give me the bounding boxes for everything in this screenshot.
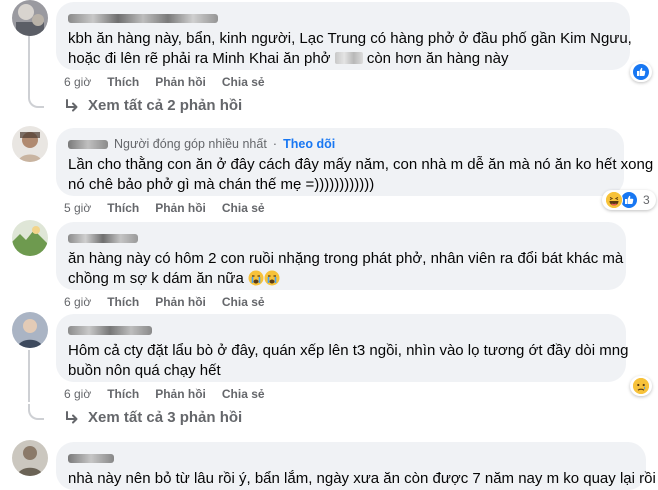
comment-bubble: Người đóng góp nhiều nhất · Theo dõi Lần… — [56, 128, 654, 196]
comment-text-line: nó chê bảo phở gì mà chán thế mẹ =))))))… — [68, 176, 375, 193]
top-contributor-badge: Người đóng góp nhiều nhất — [114, 137, 267, 151]
comment-text: nhà này nên bỏ từ lâu rồi ý, bẩn lắm, ng… — [68, 469, 656, 489]
view-replies-button[interactable]: Xem tất cả 3 phản hồi — [64, 409, 242, 426]
comment-author[interactable] — [68, 450, 634, 466]
comment-text-line: buồn nôn quá chạy hết — [68, 362, 221, 379]
view-replies-label: Xem tất cả 3 phản hồi — [88, 409, 243, 426]
comment-text-line: kbh ăn hàng này, bẩn, kinh người, Lạc Tr… — [68, 30, 632, 47]
comment-text-line: ăn hàng này có hôm 2 con ruồi nhặng tron… — [68, 250, 624, 267]
reply-button[interactable]: Phản hồi — [155, 201, 206, 215]
author-name-blurred — [68, 453, 114, 463]
comment-text: Lần cho thằng con ăn ở đây cách đây mấy … — [68, 155, 654, 195]
author-name-blurred — [68, 233, 138, 243]
comment-text: Hôm cả cty đặt lẩu bò ở đây, quán xếp lê… — [68, 341, 629, 381]
like-button[interactable]: Thích — [107, 387, 139, 401]
thread-curve — [28, 404, 44, 420]
comment-bubble: ăn hàng này có hôm 2 con ruồi nhặng tron… — [56, 222, 626, 290]
reply-button[interactable]: Phản hồi — [155, 295, 206, 309]
share-button[interactable]: Chia sẻ — [222, 295, 265, 309]
comment-author[interactable] — [68, 322, 614, 338]
comment-time[interactable]: 6 giờ — [64, 75, 91, 89]
author-name-blurred — [68, 13, 218, 23]
thread-line — [28, 34, 30, 98]
comment-text-line: chồng m sợ k dám ăn nữa — [68, 269, 614, 289]
comment-text: kbh ăn hàng này, bẩn, kinh người, Lạc Tr… — [68, 29, 632, 69]
avatar[interactable] — [12, 220, 48, 256]
share-button[interactable]: Chia sẻ — [222, 201, 265, 215]
author-name-blurred[interactable] — [68, 139, 108, 149]
separator-dot: · — [272, 136, 278, 151]
author-name-blurred — [68, 325, 152, 335]
comment-time[interactable]: 6 giờ — [64, 295, 91, 309]
reply-arrow-icon — [66, 98, 78, 111]
reaction-summary[interactable] — [630, 376, 652, 396]
comment-text-line: Hôm cả cty đặt lẩu bò ở đây, quán xếp lê… — [68, 342, 629, 359]
comment-actions: 6 giờ Thích Phản hồi Chia sẻ — [64, 75, 265, 89]
view-replies-label: Xem tất cả 2 phản hồi — [88, 97, 243, 114]
comment-bubble: nhà này nên bỏ từ lâu rồi ý, bẩn lắm, ng… — [56, 442, 656, 490]
comment-text-line: Lần cho thằng con ăn ở đây cách đây mấy … — [68, 156, 654, 173]
reply-arrow-icon — [66, 410, 78, 423]
avatar[interactable] — [12, 0, 48, 36]
crying-emoji-icon — [264, 270, 280, 286]
avatar[interactable] — [12, 440, 48, 476]
comment-author[interactable] — [68, 10, 618, 26]
reply-button[interactable]: Phản hồi — [155, 75, 206, 89]
reaction-summary[interactable]: 3 — [602, 190, 656, 210]
censored-name — [334, 52, 363, 64]
share-button[interactable]: Chia sẻ — [222, 75, 265, 89]
thread-curve — [28, 92, 44, 108]
comment-author: Người đóng góp nhiều nhất · Theo dõi — [68, 136, 612, 152]
reaction-count: 3 — [643, 193, 650, 207]
follow-button[interactable]: Theo dõi — [283, 136, 335, 152]
comment-actions: 6 giờ Thích Phản hồi Chia sẻ — [64, 295, 265, 309]
haha-icon — [605, 191, 623, 209]
reaction-summary[interactable] — [630, 62, 652, 82]
avatar[interactable] — [12, 126, 48, 162]
comment-text: ăn hàng này có hôm 2 con ruồi nhặng tron… — [68, 249, 624, 289]
view-replies-button[interactable]: Xem tất cả 2 phản hồi — [64, 97, 242, 114]
comment-text-line: hoặc đi lên rẽ phải ra Minh Khai ăn phở … — [68, 50, 509, 67]
comment-text-line: nhà này nên bỏ từ lâu rồi ý, bẩn lắm, ng… — [68, 470, 656, 487]
comment-actions: 5 giờ Thích Phản hồi Chia sẻ — [64, 201, 265, 215]
comment-author[interactable] — [68, 230, 614, 246]
thread-line — [28, 350, 30, 402]
like-button[interactable]: Thích — [107, 201, 139, 215]
crying-emoji-icon — [248, 270, 264, 286]
like-button[interactable]: Thích — [107, 75, 139, 89]
comment-bubble: Hôm cả cty đặt lẩu bò ở đây, quán xếp lê… — [56, 314, 629, 382]
comment-actions: 6 giờ Thích Phản hồi Chia sẻ — [64, 387, 265, 401]
like-button[interactable]: Thích — [107, 295, 139, 309]
sad-icon — [632, 377, 650, 395]
share-button[interactable]: Chia sẻ — [222, 387, 265, 401]
comment-time[interactable]: 6 giờ — [64, 387, 91, 401]
like-icon — [632, 63, 650, 81]
comment-time[interactable]: 5 giờ — [64, 201, 91, 215]
comment-bubble: kbh ăn hàng này, bẩn, kinh người, Lạc Tr… — [56, 2, 632, 70]
avatar[interactable] — [12, 312, 48, 348]
reply-button[interactable]: Phản hồi — [155, 387, 206, 401]
